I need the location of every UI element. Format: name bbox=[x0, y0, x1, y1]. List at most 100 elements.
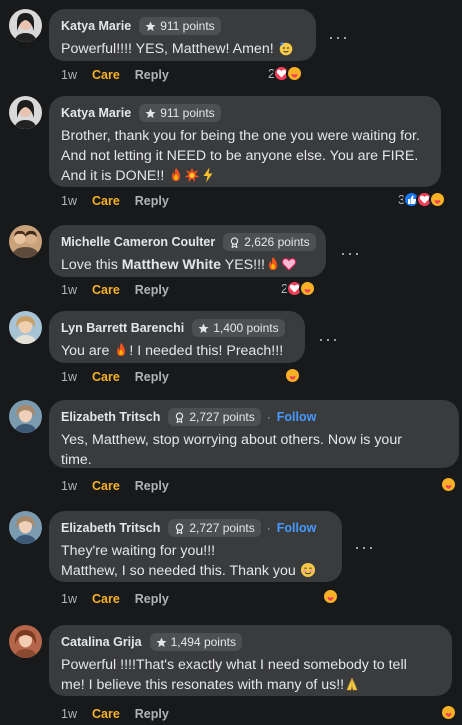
comment-text: Yes, Matthew, stop worrying about others… bbox=[61, 430, 447, 470]
comment-text-part: Love this bbox=[61, 257, 122, 273]
comment-text-line: time. bbox=[61, 452, 92, 468]
reaction-summary[interactable] bbox=[440, 476, 457, 493]
comment-text: Powerful !!!!That's exactly what I need … bbox=[61, 655, 440, 695]
more-options-icon[interactable]: ··· bbox=[328, 28, 349, 46]
care-reaction-icon bbox=[322, 588, 339, 605]
points-value: 1,400 points bbox=[213, 321, 279, 335]
star-icon bbox=[145, 21, 156, 31]
comment-bubble: Michelle Cameron Coulter 2,626 points Lo… bbox=[49, 225, 326, 277]
points-badge: 1,494 points bbox=[149, 633, 242, 651]
timestamp[interactable]: 1w bbox=[61, 370, 77, 384]
timestamp[interactable]: 1w bbox=[61, 283, 77, 297]
more-options-icon[interactable]: ··· bbox=[354, 538, 375, 556]
award-icon bbox=[176, 522, 184, 534]
points-badge: 911 points bbox=[139, 17, 221, 35]
folded-hands-emoji bbox=[346, 677, 358, 691]
comment-bubble: Catalina Grija 1,494 points Powerful !!!… bbox=[49, 625, 452, 696]
comment-text-line: me! I believe this resonates with many o… bbox=[61, 677, 345, 693]
points-value: 911 points bbox=[160, 106, 215, 120]
points-badge: 2,626 points bbox=[223, 233, 316, 251]
comment-text-line: And not letting it NEED to be anyone els… bbox=[61, 148, 419, 164]
author-name[interactable]: Katya Marie bbox=[61, 106, 131, 120]
points-badge: 2,727 points bbox=[168, 519, 261, 537]
star-icon bbox=[198, 323, 209, 333]
reply-button[interactable]: Reply bbox=[135, 479, 169, 493]
avatar[interactable] bbox=[9, 96, 42, 129]
more-options-icon[interactable]: ··· bbox=[340, 244, 361, 262]
reply-button[interactable]: Reply bbox=[135, 194, 169, 208]
comment-text-line: And it is DONE!! bbox=[61, 168, 169, 184]
timestamp[interactable]: 1w bbox=[61, 592, 77, 606]
care-button[interactable]: Care bbox=[92, 194, 120, 208]
avatar[interactable] bbox=[9, 9, 42, 42]
fire-emoji bbox=[268, 257, 277, 270]
care-button[interactable]: Care bbox=[92, 370, 120, 384]
care-reaction-icon bbox=[298, 280, 316, 297]
reply-button[interactable]: Reply bbox=[135, 707, 169, 721]
care-button[interactable]: Care bbox=[92, 707, 120, 721]
reply-button[interactable]: Reply bbox=[135, 370, 169, 384]
author-name[interactable]: Michelle Cameron Coulter bbox=[61, 235, 215, 249]
author-name[interactable]: Lyn Barrett Barenchi bbox=[61, 321, 184, 335]
follow-button[interactable]: Follow bbox=[277, 521, 317, 535]
more-options-icon[interactable]: ··· bbox=[318, 330, 339, 348]
points-value: 911 points bbox=[160, 19, 215, 33]
reaction-summary[interactable] bbox=[284, 367, 301, 384]
care-reaction-icon bbox=[440, 476, 457, 493]
reply-button[interactable]: Reply bbox=[135, 592, 169, 606]
star-icon bbox=[156, 637, 167, 647]
reply-button[interactable]: Reply bbox=[135, 68, 169, 82]
comment-actions: 1w Care Reply bbox=[61, 283, 169, 297]
timestamp[interactable]: 1w bbox=[61, 68, 77, 82]
comment-text-line: Brother, thank you for being the one you… bbox=[61, 128, 420, 144]
author-name[interactable]: Elizabeth Tritsch bbox=[61, 521, 160, 535]
comment-bubble: Elizabeth Tritsch 2,727 points · Follow … bbox=[49, 400, 459, 468]
care-button[interactable]: Care bbox=[92, 479, 120, 493]
timestamp[interactable]: 1w bbox=[61, 707, 77, 721]
points-value: 1,494 points bbox=[170, 635, 236, 649]
timestamp[interactable]: 1w bbox=[61, 194, 77, 208]
avatar[interactable] bbox=[9, 311, 42, 344]
care-reaction-icon bbox=[285, 65, 303, 82]
award-icon bbox=[176, 411, 184, 423]
points-value: 2,727 points bbox=[189, 410, 255, 424]
points-badge: 1,400 points bbox=[192, 319, 285, 337]
comment-text-part: YES!!! bbox=[221, 257, 265, 273]
avatar[interactable] bbox=[9, 625, 42, 658]
comment-actions: 1w Care Reply bbox=[61, 707, 169, 721]
separator-dot: · bbox=[266, 410, 271, 424]
author-name[interactable]: Catalina Grija bbox=[61, 635, 142, 649]
care-button[interactable]: Care bbox=[92, 68, 120, 82]
reaction-summary[interactable] bbox=[322, 588, 339, 605]
follow-button[interactable]: Follow bbox=[277, 410, 317, 424]
reaction-summary[interactable]: 3 bbox=[398, 191, 446, 208]
timestamp[interactable]: 1w bbox=[61, 479, 77, 493]
care-button[interactable]: Care bbox=[92, 283, 120, 297]
comment-text: You are ! I needed this! Preach!!! bbox=[61, 341, 293, 361]
reaction-summary[interactable] bbox=[440, 704, 457, 721]
author-name[interactable]: Elizabeth Tritsch bbox=[61, 410, 160, 424]
avatar[interactable] bbox=[9, 400, 42, 433]
red-heart-emoji bbox=[281, 258, 296, 271]
author-name[interactable]: Katya Marie bbox=[61, 19, 131, 33]
avatar[interactable] bbox=[9, 511, 42, 544]
collision-emoji bbox=[184, 167, 200, 182]
comment-text-line: They're waiting for you!!! bbox=[61, 543, 216, 559]
comment-text: Brother, thank you for being the one you… bbox=[61, 126, 429, 186]
points-badge: 2,727 points bbox=[168, 408, 261, 426]
comment-text-part: ! I needed this! Preach!!! bbox=[129, 343, 284, 359]
comment-actions: 1w Care Reply bbox=[61, 592, 169, 606]
comment-text-line: Yes, Matthew, stop worrying about others… bbox=[61, 432, 402, 448]
reply-button[interactable]: Reply bbox=[135, 283, 169, 297]
comment-text: Love this Matthew White YES!!! bbox=[61, 255, 314, 275]
fire-emoji bbox=[172, 168, 181, 181]
comment-text: They're waiting for you!!! Matthew, I so… bbox=[61, 541, 330, 581]
avatar[interactable] bbox=[9, 225, 42, 258]
separator-dot: · bbox=[266, 521, 271, 535]
mentioned-user[interactable]: Matthew White bbox=[122, 257, 221, 273]
care-button[interactable]: Care bbox=[92, 592, 120, 606]
reaction-summary[interactable]: 2 bbox=[268, 65, 303, 82]
comment-actions: 1w Care Reply bbox=[61, 479, 169, 493]
reaction-summary[interactable]: 2 bbox=[281, 280, 316, 297]
points-badge: 911 points bbox=[139, 104, 221, 122]
